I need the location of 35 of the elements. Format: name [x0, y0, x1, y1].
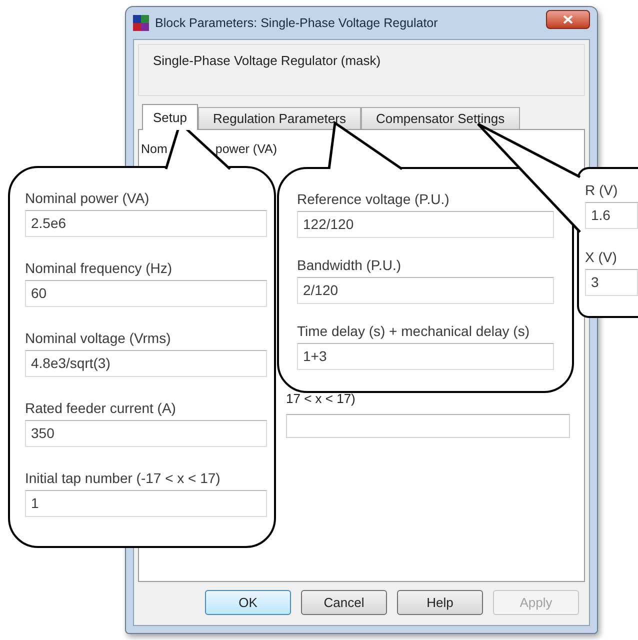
input-field[interactable]: 3 — [585, 269, 638, 296]
input-field[interactable] — [286, 414, 570, 438]
field-label: Nominal power (VA) — [25, 190, 150, 206]
input-field[interactable]: 1+3 — [297, 343, 554, 370]
input-field[interactable]: 122/120 — [297, 211, 554, 238]
field-label: Reference voltage (P.U.) — [297, 191, 450, 207]
field-label: 17 < x < 17) — [286, 390, 356, 406]
dialog-button[interactable]: OK — [205, 590, 291, 615]
input-field[interactable]: 4.8e3/sqrt(3) — [25, 350, 267, 377]
mask-title: Single-Phase Voltage Regulator (mask) — [153, 53, 381, 68]
tab[interactable]: Regulation Parameters — [198, 107, 361, 129]
input-field[interactable]: 1 — [25, 490, 267, 517]
field-label: Bandwidth (P.U.) — [297, 257, 402, 273]
field-label: Nominal voltage (Vrms) — [25, 330, 172, 346]
block-icon — [133, 15, 149, 31]
field-label: Time delay (s) + mechanical delay (s) — [297, 323, 531, 339]
input-field[interactable]: 60 — [25, 280, 267, 307]
field-label: power (VA) — [215, 141, 277, 158]
input-field[interactable]: 2/120 — [297, 277, 554, 304]
input-field[interactable]: 350 — [25, 420, 267, 447]
close-button[interactable] — [546, 10, 590, 28]
field-label: Nominal frequency (Hz) — [25, 260, 174, 276]
input-field[interactable]: 2.5e6 — [25, 210, 267, 237]
window-title: Block Parameters: Single-Phase Voltage Regulator — [155, 14, 438, 32]
close-icon — [563, 14, 573, 24]
dialog-button[interactable]: Help — [397, 590, 483, 615]
dialog-button[interactable]: Cancel — [301, 590, 387, 615]
field-label: Initial tap number (-17 < x < 17) — [25, 470, 222, 486]
field-label: X (V) — [585, 249, 618, 265]
tab[interactable]: Setup — [142, 104, 198, 130]
field-label: R (V) — [585, 182, 619, 198]
tab[interactable]: Compensator Settings — [360, 107, 520, 129]
field-label: Nom — [141, 141, 168, 158]
field-label: Rated feeder current (A) — [25, 400, 177, 416]
input-field[interactable]: 1.6 — [585, 202, 638, 229]
